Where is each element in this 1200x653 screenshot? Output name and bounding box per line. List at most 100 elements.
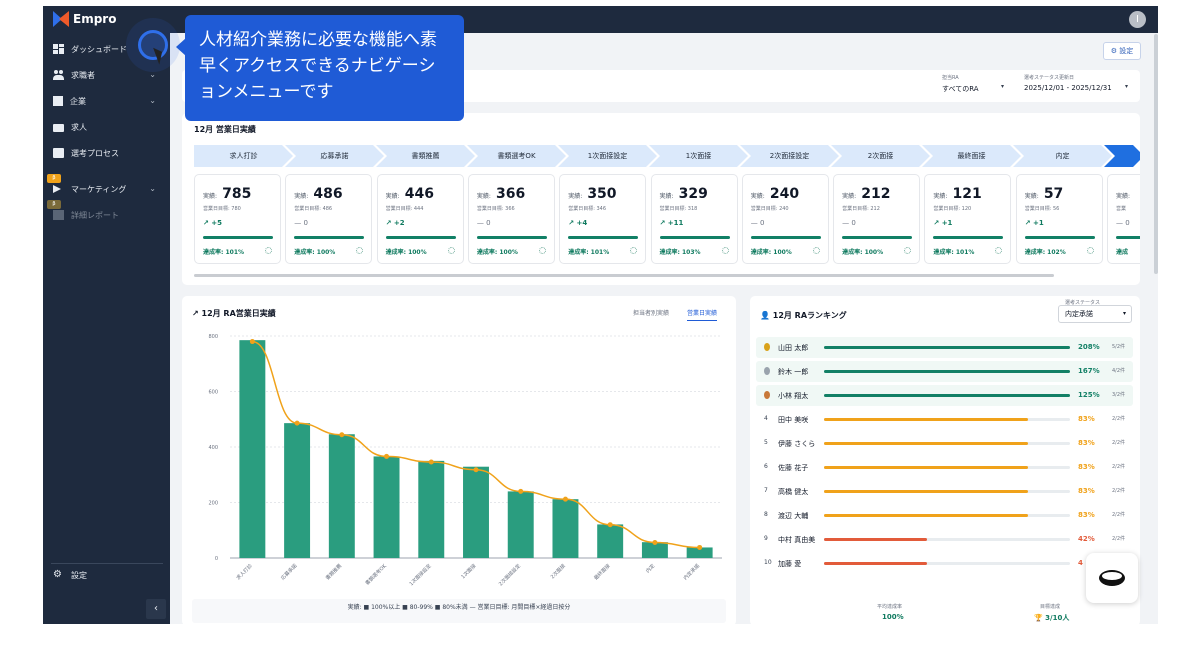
avatar[interactable]: I xyxy=(1129,11,1146,28)
kpi-actual-value: 366 xyxy=(496,186,526,202)
achievement-pct: 42% xyxy=(1078,535,1095,543)
kpi-card[interactable]: 実績: 446 営業日目標: 444 ↗ +2 達成率: 100% xyxy=(376,174,464,264)
sidebar-item-selection-process[interactable]: 選考プロセス xyxy=(43,142,170,164)
kpi-achievement-rate: 達成率: 103% xyxy=(659,249,701,256)
progress-ring-icon xyxy=(995,247,1003,254)
achievement-count: 3/2件 xyxy=(1112,392,1126,398)
funnel-step[interactable]: 書類推薦 xyxy=(376,145,475,167)
kpi-card[interactable]: 実績: 329 営業日目標: 318 ↗ +11 達成率: 103% xyxy=(650,174,738,264)
kpi-card[interactable]: 実績: 366 営業日目標: 366 — 0 達成率: 100% xyxy=(467,174,555,264)
sidebar-item-marketing[interactable]: β マーケティング ⌄ xyxy=(43,174,170,200)
rank-number: 5 xyxy=(764,439,768,446)
kpi-card[interactable]: 実績: 121 営業日目標: 120 ↗ +1 達成率: 101% xyxy=(924,174,1012,264)
funnel-step[interactable]: 1次面接 xyxy=(649,145,748,167)
ra-filter-select[interactable]: 担当RA すべてのRA ▾ xyxy=(934,70,1010,98)
kpi-diff: — 0 xyxy=(750,219,765,227)
achievement-pct: 167% xyxy=(1078,367,1100,375)
kpi-progress-bar xyxy=(933,236,1004,239)
kpi-card[interactable]: 実績: 785 営業日目標: 780 ↗ +5 達成率: 101% xyxy=(194,174,281,264)
sidebar-item-companies[interactable]: 企業 ⌄ xyxy=(43,90,170,112)
kpi-actual-label: 実績: xyxy=(294,193,309,200)
achievement-count: 2/2件 xyxy=(1112,536,1126,542)
ranking-row[interactable]: 山田 太郎 208% 5/2件 xyxy=(756,337,1133,358)
kpi-achievement-rate: 達成 xyxy=(1116,249,1129,256)
achievement-bar-track xyxy=(824,514,1070,517)
ra-name: 佐藤 花子 xyxy=(778,464,809,472)
ranking-row[interactable]: 10 加藤 愛 4 xyxy=(756,553,1133,574)
funnel-step[interactable]: 書類選考OK xyxy=(467,145,566,167)
achievement-bar-track xyxy=(824,466,1070,469)
date-range-select[interactable]: 選考ステータス更新日 2025/12/01 - 2025/12/31 ▾ xyxy=(1016,70,1134,98)
achievement-count: 4/2件 xyxy=(1112,368,1126,374)
x-tick-label: 書類選考OK xyxy=(364,562,389,587)
ranking-row[interactable]: 小林 翔太 125% 3/2件 xyxy=(756,385,1133,406)
achievement-bar-track xyxy=(824,490,1070,493)
app-logo[interactable]: Empro xyxy=(53,11,116,27)
kpi-target: 営業日目標: 120 xyxy=(933,206,972,212)
funnel-step[interactable]: 求人打診 xyxy=(194,145,293,167)
ranking-row[interactable]: 鈴木 一郎 167% 4/2件 xyxy=(756,361,1133,382)
sidebar-item-label: ダッシュボード xyxy=(71,44,127,54)
kpi-diff: ↗ +1 xyxy=(1024,219,1044,227)
y-tick-label: 0 xyxy=(215,556,218,562)
sidebar-item-jobs[interactable]: 求人 xyxy=(43,116,170,138)
ranking-row[interactable]: 8 渡辺 大輔 83% 2/2件 xyxy=(756,505,1133,526)
daily-sales-card: 12月 営業日実績 求人打診 応募承諾 書類推薦 書類選考OK 1次面接設定 1次面接 2次… xyxy=(182,113,1140,285)
funnel-step[interactable]: 内定 xyxy=(1013,145,1112,167)
funnel-step[interactable]: 応募承諾 xyxy=(285,145,384,167)
bar xyxy=(597,524,624,558)
progress-ring-icon xyxy=(812,247,820,254)
kpi-actual-label: 実績: xyxy=(1116,193,1131,200)
progress-ring-icon xyxy=(538,247,546,254)
kpi-card[interactable]: 実績: 486 営業日目標: 486 — 0 達成率: 100% xyxy=(285,174,373,264)
ranking-row[interactable]: 5 伊藤 さくら 83% 2/2件 xyxy=(756,433,1133,454)
sidebar-item-label: 求人 xyxy=(71,122,87,132)
ranking-row[interactable]: 6 佐藤 花子 83% 2/2件 xyxy=(756,457,1133,478)
achievement-bar-fill xyxy=(824,538,928,541)
y-tick-label: 400 xyxy=(208,445,218,451)
tooltip-line: ョンメニューです xyxy=(199,82,334,102)
x-tick-label: 求人打診 xyxy=(235,562,254,581)
empro-logo-icon xyxy=(53,11,69,27)
progress-ring-icon xyxy=(630,247,638,254)
funnel-step[interactable]: 1次面接設定 xyxy=(558,145,657,167)
collapse-sidebar-button[interactable]: ‹ xyxy=(146,599,166,619)
tab-by-staff[interactable]: 担当者別実績 xyxy=(633,308,669,320)
chart-legend: 実績: ■ 100%以上 ■ 80-99% ■ 80%未満 — 営業日目標: 月… xyxy=(192,599,726,623)
funnel-step[interactable]: 2次面接設定 xyxy=(740,145,839,167)
sidebar-item-detailed-report[interactable]: β 詳細レポート xyxy=(43,200,170,226)
y-tick-label: 800 xyxy=(208,334,218,340)
ranking-row[interactable]: 7 高橋 健太 83% 2/2件 xyxy=(756,481,1133,502)
kpi-card[interactable]: 実績: 57 営業日目標: 56 ↗ +1 達成率: 102% xyxy=(1015,174,1103,264)
bar xyxy=(328,434,355,558)
ranking-row[interactable]: 4 田中 美咲 83% 2/2件 xyxy=(756,409,1133,430)
floating-action-button[interactable] xyxy=(1086,553,1138,603)
progress-ring-icon xyxy=(356,247,364,254)
sidebar-item-settings[interactable]: ⚙ 設定 xyxy=(43,564,170,586)
kpi-diff: ↗ +5 xyxy=(203,219,223,227)
briefcase-icon xyxy=(53,124,64,132)
sidebar: ダッシュボード 求職者 ⌄ 企業 ⌄ 求人 選考プロセス β マーケティング ⌄… xyxy=(43,33,170,624)
kpi-card[interactable]: 実績: 350 営業日目標: 346 ↗ +4 達成率: 101% xyxy=(559,174,647,264)
funnel-step[interactable]: 最終面接 xyxy=(922,145,1021,167)
settings-button[interactable]: ⚙ 設定 xyxy=(1103,42,1141,60)
achievement-bar-fill xyxy=(824,346,1070,349)
horizontal-scrollbar[interactable] xyxy=(194,274,1054,277)
ra-name: 中村 真由美 xyxy=(778,536,816,544)
kpi-card[interactable]: 実績: 営業 — 0 達成 xyxy=(1107,174,1140,264)
funnel-step[interactable]: 2次面接 xyxy=(831,145,930,167)
progress-ring-icon xyxy=(265,247,272,254)
target-point xyxy=(518,488,524,494)
target-point xyxy=(473,467,479,473)
x-tick-label: 内定 xyxy=(644,562,656,574)
filter-value: すべてのRA xyxy=(942,85,979,93)
filter-label: 選考ステータス更新日 xyxy=(1024,75,1075,81)
kpi-card[interactable]: 実績: 212 営業日目標: 212 — 0 達成率: 100% xyxy=(833,174,921,264)
tab-daily[interactable]: 営業日実績 xyxy=(687,308,718,321)
kpi-card[interactable]: 実績: 240 営業日目標: 240 — 0 達成率: 100% xyxy=(741,174,829,264)
ranking-row[interactable]: 9 中村 真由美 42% 2/2件 xyxy=(756,529,1133,550)
status-select[interactable]: 内定承諾 ▾ xyxy=(1058,305,1132,323)
clipboard-icon xyxy=(53,148,64,158)
rank-number: 7 xyxy=(764,487,768,494)
page-scrollbar[interactable] xyxy=(1154,34,1158,274)
